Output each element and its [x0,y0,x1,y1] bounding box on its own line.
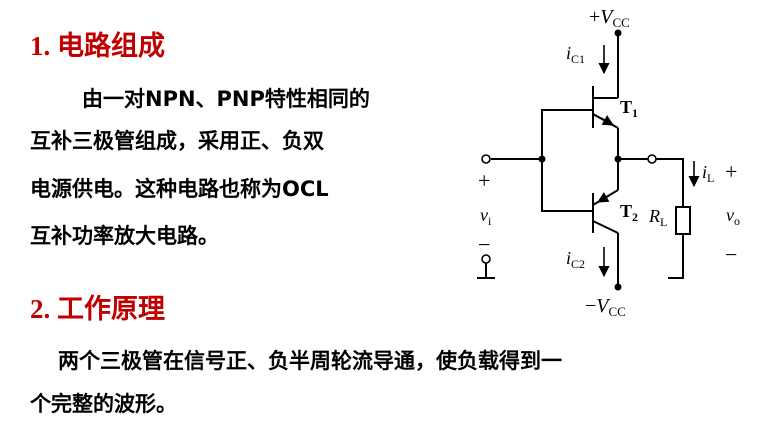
load-wire [655,158,684,207]
base-junction-dot [538,155,546,163]
t2-emitter-arrow [597,192,611,203]
il-label: iL [702,162,714,185]
rl-resistor [675,206,691,235]
t2-label: T2 [620,201,638,224]
t2-collector-lead [592,220,619,234]
output-plus-sign: + [725,159,737,184]
input-minus-sign: − [478,232,490,257]
ocl-circuit-diagram: +VCC −VCC iC1 iC2 T1 T2 iL RL vi vo + − … [477,6,740,319]
rl-label: RL [648,206,667,229]
vee-node [614,283,622,291]
t1-label: T1 [620,97,638,120]
emitter-junction-dot [614,155,622,163]
input-terminal [481,154,491,164]
output-terminal [647,154,657,164]
vcc-label: +VCC [589,6,630,30]
vcc-node [614,29,622,37]
vee-label: −VCC [585,295,626,319]
output-minus-sign: − [725,242,737,267]
base-bus [541,109,593,212]
input-plus-sign: + [478,168,490,193]
vo-label: vo [726,205,740,228]
load-ground-wire [668,234,684,279]
ic2-label: iC2 [566,248,585,271]
t1-emitter-arrow [600,115,614,126]
ic1-label: iC1 [566,43,585,66]
vi-label: vi [480,205,492,228]
